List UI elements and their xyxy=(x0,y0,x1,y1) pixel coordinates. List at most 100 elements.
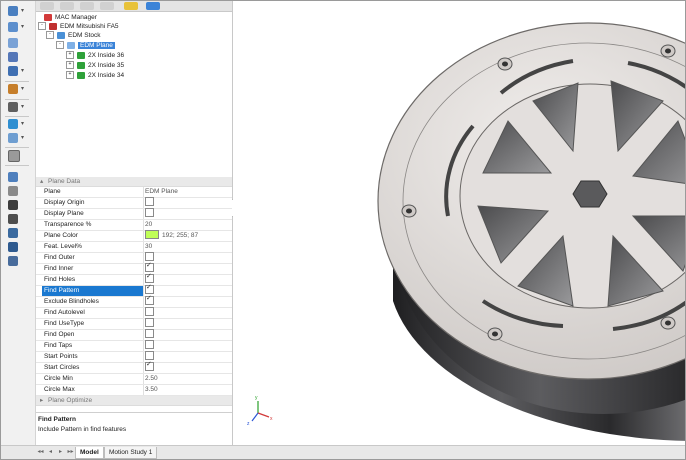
find-open-checkbox[interactable] xyxy=(145,329,154,338)
property-row[interactable]: Transparence % 20 xyxy=(36,220,232,231)
tree-node[interactable]: +2X Inside 36 xyxy=(66,51,124,60)
property-row[interactable]: Feat. Level% 30 xyxy=(36,242,232,253)
tool-button-7[interactable]: ▾ xyxy=(6,101,28,113)
tool-button-9[interactable]: ▾ xyxy=(6,132,28,144)
display-plane-checkbox[interactable] xyxy=(145,208,154,217)
plane-color-field[interactable]: 192; 255; 87 xyxy=(145,230,231,241)
collapse-icon[interactable]: ▴ xyxy=(40,177,48,186)
color-swatch[interactable] xyxy=(145,230,159,239)
circle-max-field[interactable]: 3.50 xyxy=(145,385,231,395)
tool-button-15[interactable] xyxy=(6,227,28,239)
display-tab[interactable] xyxy=(100,2,114,10)
tree-node[interactable]: MAC Manager xyxy=(44,13,97,22)
circle-min-field[interactable]: 2.50 xyxy=(145,374,231,384)
config-tab[interactable] xyxy=(80,2,94,10)
feature-icon xyxy=(77,71,85,79)
tool-button-12[interactable] xyxy=(6,185,28,197)
find-outer-checkbox[interactable] xyxy=(145,252,154,261)
tab-model[interactable]: Model xyxy=(75,447,104,459)
property-row[interactable]: Plane Color 192; 255; 87 xyxy=(36,230,232,242)
graphics-viewport[interactable]: y x z xyxy=(233,1,685,445)
tab-motion-study[interactable]: Motion Study 1 xyxy=(104,447,158,459)
section-header-plane-data[interactable]: ▴ Plane Data xyxy=(36,177,232,187)
chevron-down-icon[interactable]: ▾ xyxy=(21,103,24,110)
property-row[interactable]: Display Plane xyxy=(36,208,232,220)
tool-button-8[interactable]: ▾ xyxy=(6,118,28,130)
find-pattern-checkbox[interactable] xyxy=(145,283,154,294)
chevron-down-icon[interactable]: ▾ xyxy=(21,120,24,127)
tool-button-4[interactable] xyxy=(6,51,28,63)
expand-toggle[interactable]: + xyxy=(66,61,74,70)
find-holes-checkbox[interactable] xyxy=(145,272,154,283)
start-points-checkbox[interactable] xyxy=(145,351,154,360)
tool-button-10[interactable] xyxy=(6,149,28,162)
find-inner-checkbox[interactable] xyxy=(145,261,154,272)
property-row[interactable]: Find Taps xyxy=(36,340,232,352)
transparence-field[interactable]: 20 xyxy=(145,220,231,230)
property-row[interactable]: Circle Min 2.50 xyxy=(36,374,232,385)
chevron-down-icon[interactable]: ▾ xyxy=(21,134,24,141)
svg-text:z: z xyxy=(247,421,250,427)
find-taps-checkbox[interactable] xyxy=(145,340,154,349)
find-usetype-checkbox[interactable] xyxy=(145,318,154,327)
tree-node-selected[interactable]: - EDM Plane xyxy=(56,41,115,50)
property-row[interactable]: Find Holes xyxy=(36,272,232,286)
tool-button-1[interactable]: ▾ xyxy=(6,5,28,17)
tool-button-13[interactable] xyxy=(6,199,28,211)
tool-button-6[interactable]: ▾ xyxy=(6,83,28,95)
stock-icon xyxy=(57,31,65,39)
property-row[interactable]: Find Inner xyxy=(36,261,232,275)
property-row[interactable]: Find Open xyxy=(36,329,232,341)
hex-hub xyxy=(572,180,608,208)
property-row[interactable]: Plane EDM Plane xyxy=(36,187,232,198)
expand-icon[interactable]: ▸ xyxy=(40,396,48,405)
tree-node[interactable]: - EDM Stock xyxy=(46,31,101,40)
svg-text:y: y xyxy=(255,395,258,401)
expand-toggle[interactable]: + xyxy=(66,51,74,60)
cam-feature-tab[interactable] xyxy=(124,2,138,10)
property-row[interactable]: Find Outer xyxy=(36,252,232,264)
description-title: Find Pattern xyxy=(38,416,76,423)
property-row[interactable]: Circle Max 3.50 xyxy=(36,385,232,396)
property-row-selected[interactable]: Find Pattern xyxy=(36,283,232,297)
expand-toggle[interactable]: + xyxy=(66,71,74,80)
tool-button-17[interactable] xyxy=(6,255,28,267)
tool-button-2[interactable]: ▾ xyxy=(6,21,28,33)
property-row[interactable]: Exclude Blindholes xyxy=(36,294,232,308)
tool-button-3[interactable] xyxy=(6,37,28,49)
property-row[interactable]: Find UseType xyxy=(36,318,232,330)
feature-tree-tab[interactable] xyxy=(40,2,54,10)
chevron-down-icon[interactable]: ▾ xyxy=(21,85,24,92)
chevron-down-icon[interactable]: ▾ xyxy=(21,7,24,14)
property-row[interactable]: Start Points xyxy=(36,351,232,363)
last-tab-icon[interactable]: ▸▸ xyxy=(67,449,74,456)
prev-tab-icon[interactable]: ◂ xyxy=(47,449,54,456)
property-tab[interactable] xyxy=(60,2,74,10)
exclude-blindholes-checkbox[interactable] xyxy=(145,294,154,305)
property-row[interactable]: Find Autolevel xyxy=(36,307,232,319)
tree-node[interactable]: +2X Inside 34 xyxy=(66,71,124,80)
collapse-toggle[interactable]: - xyxy=(56,41,64,50)
feat-level-field[interactable]: 30 xyxy=(145,242,231,252)
property-row[interactable]: Display Origin xyxy=(36,197,232,209)
tool-button-14[interactable] xyxy=(6,213,28,225)
chevron-down-icon[interactable]: ▾ xyxy=(21,23,24,30)
start-circles-checkbox[interactable] xyxy=(145,360,154,371)
collapse-toggle[interactable]: - xyxy=(38,22,46,31)
display-origin-checkbox[interactable] xyxy=(145,197,154,206)
path-tool-icon xyxy=(8,119,18,129)
find-autolevel-checkbox[interactable] xyxy=(145,307,154,316)
tree-node[interactable]: +2X Inside 35 xyxy=(66,61,124,70)
property-row[interactable]: Start Circles xyxy=(36,360,232,374)
tool-button-11[interactable] xyxy=(6,171,28,183)
tree-node[interactable]: - EDM Mitsubishi FA5 xyxy=(38,22,119,31)
first-tab-icon[interactable]: ◂◂ xyxy=(37,449,44,456)
next-tab-icon[interactable]: ▸ xyxy=(57,449,64,456)
cam-operation-tab[interactable] xyxy=(146,2,160,10)
tool-button-16[interactable] xyxy=(6,241,28,253)
collapse-toggle[interactable]: - xyxy=(46,31,54,40)
axis-triad-icon: y x z xyxy=(247,395,273,427)
tool-button-5[interactable]: ▾ xyxy=(6,65,28,77)
chevron-down-icon[interactable]: ▾ xyxy=(21,67,24,74)
section-header-plane-optimize[interactable]: ▸ Plane Optimize xyxy=(36,396,232,406)
